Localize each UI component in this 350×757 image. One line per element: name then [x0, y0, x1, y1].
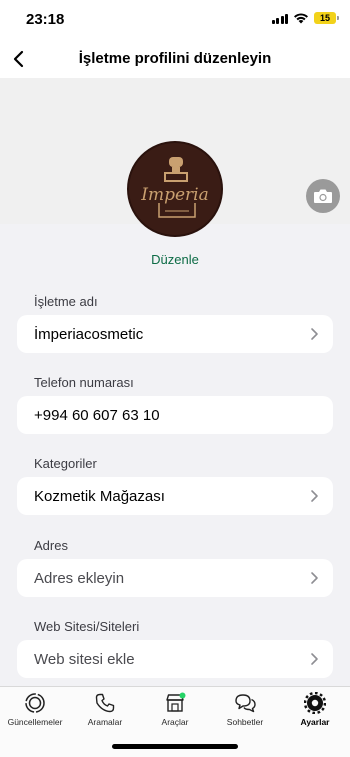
phone-field[interactable]: +994 60 607 63 10	[17, 396, 333, 434]
nav-bar: İşletme profilini düzenleyin	[0, 40, 350, 78]
business-name-field[interactable]: İmperiacosmetic	[17, 315, 333, 353]
edit-photo-link[interactable]: Düzenle	[0, 252, 350, 267]
category-field[interactable]: Kozmetik Mağazası	[17, 477, 333, 515]
tab-label: Ayarlar	[300, 717, 330, 727]
status-icons: 15	[271, 12, 339, 24]
website-field[interactable]: Web sitesi ekle	[17, 640, 333, 678]
store-icon	[166, 692, 186, 712]
settings-icon	[304, 692, 326, 714]
status-time: 23:18	[26, 11, 65, 28]
business-name-value: İmperiacosmetic	[34, 326, 144, 343]
signal-icon	[271, 13, 288, 24]
category-value: Kozmetik Mağazası	[34, 488, 165, 505]
tab-tools[interactable]: Araçlar	[140, 692, 210, 727]
home-indicator	[112, 744, 238, 749]
tab-settings[interactable]: Ayarlar	[280, 692, 350, 727]
page-title: İşletme profilini düzenleyin	[78, 50, 272, 67]
website-label: Web Sitesi/Siteleri	[34, 619, 140, 634]
address-field[interactable]: Adres ekleyin	[17, 559, 333, 597]
chevron-right-icon	[311, 490, 318, 502]
tab-label: Aramalar	[87, 717, 123, 727]
chats-icon	[235, 694, 256, 713]
address-placeholder: Adres ekleyin	[34, 570, 125, 587]
tab-label: Sohbetler	[226, 717, 264, 727]
category-label: Kategoriler	[34, 456, 97, 471]
change-cover-button[interactable]	[306, 179, 340, 213]
status-bar: 23:18 15	[0, 0, 350, 40]
battery-icon: 15	[314, 12, 339, 24]
phone-value: +994 60 607 63 10	[34, 407, 160, 424]
chevron-right-icon	[311, 653, 318, 665]
wifi-icon	[294, 13, 308, 24]
address-label: Adres	[34, 538, 68, 553]
chevron-right-icon	[311, 328, 318, 340]
tab-chats[interactable]: Sohbetler	[210, 692, 280, 727]
business-name-label: İşletme adı	[34, 294, 98, 309]
chevron-right-icon	[311, 572, 318, 584]
tab-label: Araçlar	[161, 717, 189, 727]
profile-avatar[interactable]: Imperia	[127, 141, 223, 237]
tab-label: Güncellemeler	[7, 717, 63, 727]
phone-label: Telefon numarası	[34, 375, 134, 390]
tab-calls[interactable]: Aramalar	[70, 692, 140, 727]
tab-updates[interactable]: Güncellemeler	[0, 692, 70, 727]
phone-icon	[95, 693, 115, 713]
logo-text: Imperia	[141, 185, 209, 205]
camera-icon	[314, 189, 332, 203]
updates-icon	[25, 693, 45, 713]
website-placeholder: Web sitesi ekle	[34, 651, 135, 668]
